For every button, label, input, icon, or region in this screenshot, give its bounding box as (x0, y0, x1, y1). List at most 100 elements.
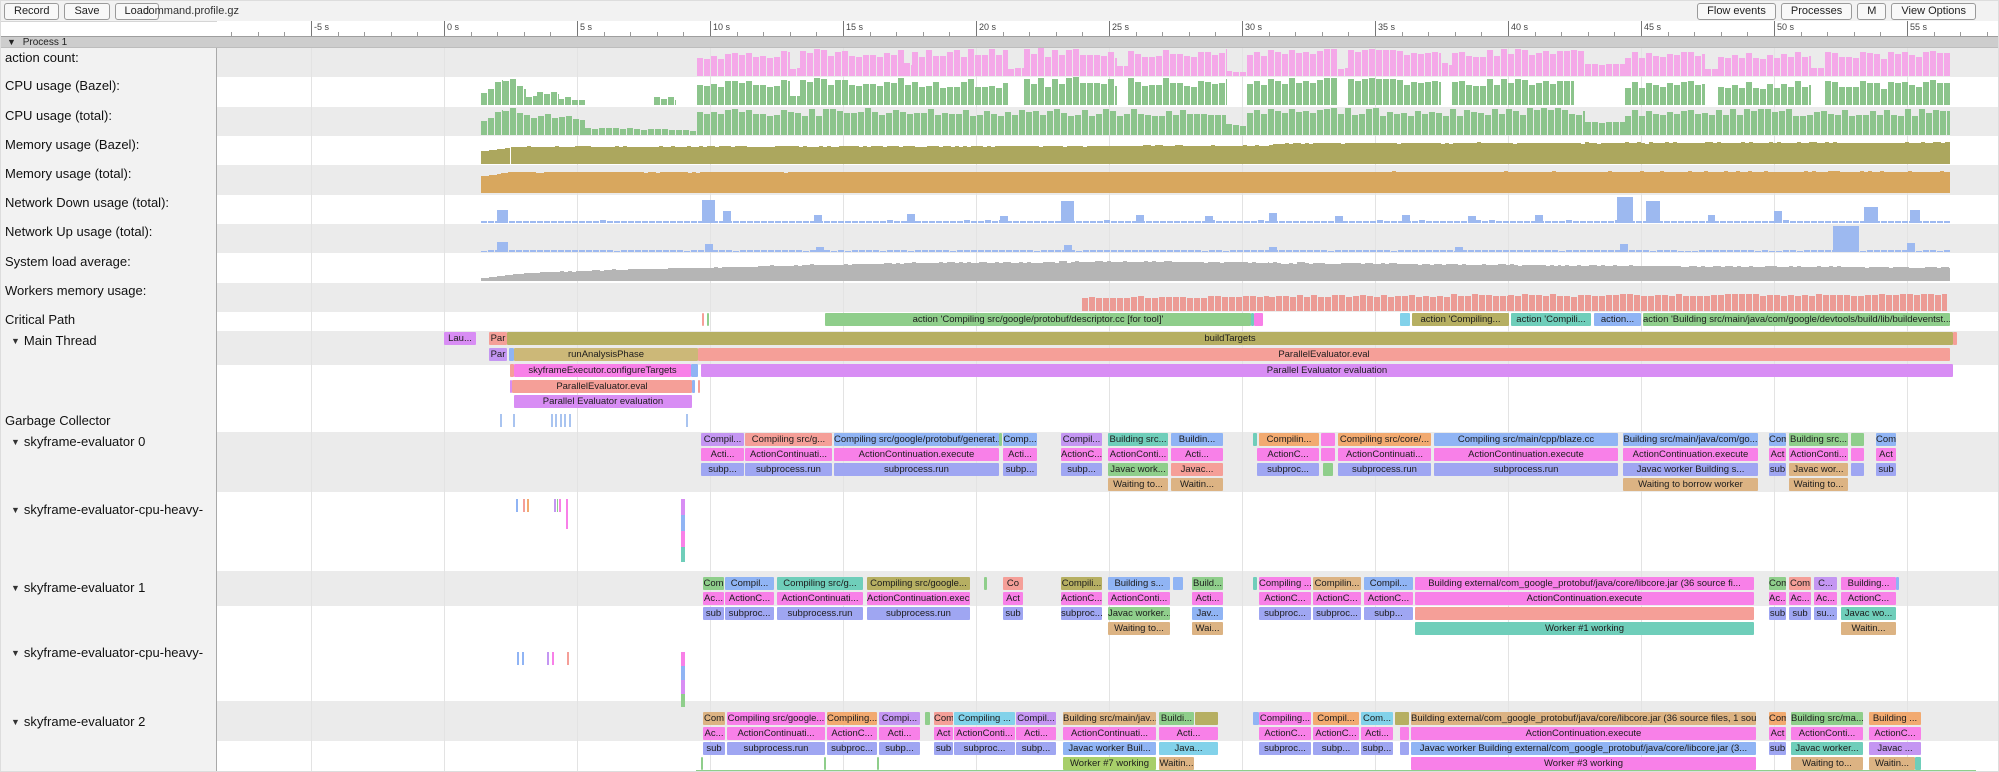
trace-event-bar[interactable] (1415, 607, 1754, 620)
trace-event-bar[interactable] (1851, 433, 1864, 446)
trace-event-bar[interactable]: Compilin... (1259, 433, 1319, 446)
trace-event-bar[interactable]: Compil... (1061, 433, 1102, 446)
collapse-arrow-icon[interactable]: ▼ (11, 505, 20, 515)
trace-event-bar[interactable]: ActionContinuation.execute (1415, 592, 1754, 605)
trace-event-bar[interactable]: ActionConti... (1108, 592, 1170, 605)
trace-event-bar[interactable]: Javac... (1171, 463, 1223, 476)
trace-event-bar[interactable]: Compiling src/google... (727, 712, 825, 725)
collapse-arrow-icon[interactable]: ▼ (11, 583, 20, 593)
trace-event-bar[interactable]: Javac worker... (1108, 607, 1170, 620)
flow-events-button[interactable]: Flow events (1697, 3, 1776, 20)
process-header[interactable]: ▼ Process 1 (1, 36, 1999, 48)
trace-event-bar[interactable]: Worker #7 working (1063, 757, 1156, 770)
trace-event-bar[interactable]: ActionContinuation.execute (867, 592, 970, 605)
trace-event-bar[interactable]: subproc... (1259, 607, 1311, 620)
trace-tick[interactable] (681, 652, 685, 666)
trace-event-bar[interactable]: Acti... (1361, 727, 1393, 740)
save-button[interactable]: Save (64, 3, 109, 20)
trace-event-bar[interactable]: Act (1876, 448, 1896, 461)
trace-event-bar[interactable]: Com (1769, 712, 1786, 725)
trace-event-bar[interactable]: ActionC... (1313, 592, 1361, 605)
trace-tick[interactable] (555, 414, 557, 427)
trace-event-bar[interactable]: Com (934, 712, 953, 725)
trace-event-bar[interactable]: Com (1769, 577, 1786, 590)
trace-event-bar[interactable]: Act (934, 727, 953, 740)
trace-event-bar[interactable]: Compi... (879, 712, 920, 725)
trace-event-bar[interactable]: subp... (1016, 742, 1056, 755)
record-button[interactable]: Record (4, 3, 59, 20)
trace-event-bar[interactable]: Lau... (444, 332, 476, 345)
trace-event-bar[interactable]: Acti... (1016, 727, 1056, 740)
trace-event-bar[interactable]: Parallel Evaluator evaluation (701, 364, 1953, 377)
trace-event-bar[interactable]: subp... (879, 742, 920, 755)
trace-tick[interactable] (522, 652, 524, 665)
trace-event-bar[interactable]: Comp... (1003, 433, 1037, 446)
trace-event-bar[interactable]: subproc... (954, 742, 1015, 755)
trace-tick[interactable] (523, 499, 525, 512)
m-button[interactable]: M (1857, 3, 1886, 20)
trace-event-bar[interactable]: ActionC... (1841, 592, 1896, 605)
trace-event-bar[interactable]: Acti... (1159, 727, 1218, 740)
trace-event-bar[interactable]: sub (1769, 742, 1786, 755)
trace-event-bar[interactable]: ActionContinuation.execute (834, 448, 999, 461)
track-label-skyframe-evaluator-cpu-heavy[interactable]: ▼skyframe-evaluator-cpu-heavy- (11, 645, 203, 660)
trace-event-bar[interactable]: Compiling... (827, 712, 877, 725)
trace-tick[interactable] (527, 499, 529, 512)
trace-tick[interactable] (681, 547, 685, 562)
trace-event-bar[interactable]: subp... (1061, 463, 1102, 476)
track-label-skyframe-evaluator-2[interactable]: ▼skyframe-evaluator 2 (11, 714, 145, 729)
trace-event-bar[interactable]: Ac... (703, 727, 725, 740)
trace-event-bar[interactable]: Waitin... (1171, 478, 1223, 491)
trace-event-bar[interactable]: Javac worker Buil... (1063, 742, 1156, 755)
trace-event-bar[interactable]: ActionConti... (1108, 448, 1168, 461)
trace-event-bar[interactable]: Acti... (1171, 448, 1223, 461)
trace-event-bar[interactable]: subproc... (1313, 607, 1361, 620)
trace-event-bar[interactable]: Waiting to... (1108, 622, 1170, 635)
trace-event-bar[interactable]: subp... (1364, 607, 1413, 620)
trace-event-bar[interactable]: Parallel Evaluator evaluation (514, 395, 692, 408)
trace-event-bar[interactable]: Compiling... (1259, 712, 1311, 725)
trace-event-bar[interactable]: ActionC... (1313, 727, 1359, 740)
trace-event-bar[interactable]: sub (1003, 607, 1023, 620)
trace-event-bar[interactable]: Build... (1192, 577, 1223, 590)
trace-event-bar[interactable]: subp... (1361, 742, 1393, 755)
trace-event-bar[interactable]: Waiting to... (1789, 478, 1848, 491)
trace-event-bar[interactable]: ActionContinuati... (1063, 727, 1156, 740)
trace-event-bar[interactable] (1253, 577, 1257, 590)
trace-tick[interactable] (500, 414, 502, 427)
trace-event-bar[interactable]: Compiling src/g... (777, 577, 863, 590)
trace-event-bar[interactable]: Compil... (1364, 577, 1413, 590)
trace-event-bar[interactable]: sub (703, 742, 725, 755)
trace-event-bar[interactable]: Acti... (1003, 448, 1037, 461)
trace-event-bar[interactable]: ActionC... (1061, 448, 1102, 461)
trace-event-bar[interactable]: sub (703, 607, 724, 620)
trace-event-bar[interactable]: ActionC... (725, 592, 774, 605)
trace-event-bar[interactable] (1953, 332, 1957, 345)
trace-event-bar[interactable] (1253, 433, 1257, 446)
trace-event-bar[interactable]: Com (1789, 577, 1811, 590)
trace-event-bar[interactable]: ActionContinuation.execute (1434, 448, 1618, 461)
trace-event-bar[interactable]: Waitin... (1159, 757, 1194, 770)
trace-event-bar[interactable]: Java... (1159, 742, 1218, 755)
trace-event-bar[interactable]: Javac worker... (1791, 742, 1863, 755)
trace-event-bar[interactable]: Javac wo... (1841, 607, 1896, 620)
trace-event-bar[interactable]: Compiling src/google... (867, 577, 970, 590)
trace-event-bar[interactable]: subprocess.run (727, 742, 825, 755)
trace-event-bar[interactable]: subprocess.run (834, 463, 999, 476)
trace-tick[interactable] (681, 680, 685, 694)
trace-event-bar[interactable]: subproc... (725, 607, 774, 620)
trace-event-bar[interactable]: Waitin... (1869, 757, 1915, 770)
trace-event-bar[interactable]: Com (703, 577, 724, 590)
trace-event-bar[interactable]: Javac worker Building external/com_googl… (1411, 742, 1756, 755)
trace-event-bar[interactable]: ActionC... (1259, 592, 1311, 605)
trace-event-bar[interactable]: ActionC... (827, 727, 877, 740)
trace-event-bar[interactable]: Compiling ... (1259, 577, 1311, 590)
trace-event-bar[interactable] (1915, 757, 1921, 770)
view-options-button[interactable]: View Options (1891, 3, 1976, 20)
trace-event-bar[interactable]: sub (1876, 463, 1896, 476)
trace-event-bar[interactable]: skyframeExecutor.configureTargets (514, 364, 691, 377)
trace-tick[interactable] (551, 414, 553, 427)
trace-event-bar[interactable]: Building external/com_google_protobuf/ja… (1411, 712, 1756, 725)
trace-event-bar[interactable]: Worker #3 working (1411, 757, 1756, 770)
trace-event-bar[interactable] (1321, 448, 1335, 461)
